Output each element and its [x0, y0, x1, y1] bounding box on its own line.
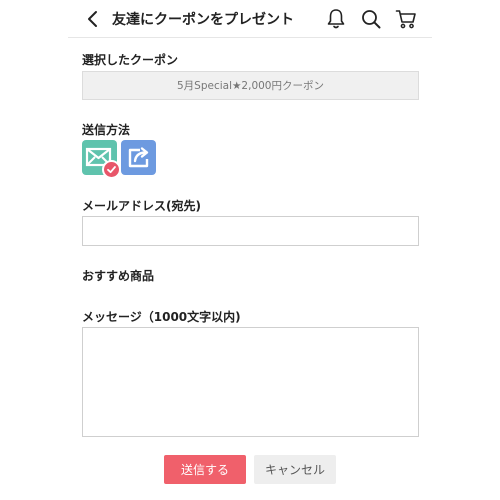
search-icon[interactable] — [359, 7, 383, 31]
cart-icon[interactable] — [394, 7, 418, 31]
send-method-label: 送信方法 — [82, 123, 131, 137]
message-input[interactable] — [82, 327, 419, 437]
email-input[interactable] — [82, 216, 419, 246]
cancel-button[interactable]: キャンセル — [254, 455, 336, 484]
recommended-label: おすすめ商品 — [82, 269, 155, 283]
selected-coupon-value: 5月Special★2,000円クーポン — [177, 80, 324, 92]
check-icon — [107, 166, 116, 174]
back-button[interactable] — [82, 8, 104, 30]
coupon-label: 選択したクーポン — [82, 53, 179, 67]
selected-check-badge — [102, 160, 121, 179]
share-method-button[interactable] — [121, 140, 156, 175]
selected-coupon-field: 5月Special★2,000円クーポン — [82, 71, 419, 100]
page-title: 友達にクーポンをプレゼント — [112, 12, 294, 28]
chevron-left-icon — [88, 11, 97, 27]
app-header: 友達にクーポンをプレゼント — [68, 0, 432, 38]
mail-method-button[interactable] — [82, 140, 121, 179]
message-label: メッセージ（1000文字以内) — [82, 310, 241, 324]
email-label: メールアドレス(宛先) — [82, 199, 201, 213]
bell-icon[interactable] — [324, 7, 348, 31]
share-icon — [128, 147, 149, 168]
send-button[interactable]: 送信する — [164, 455, 246, 484]
